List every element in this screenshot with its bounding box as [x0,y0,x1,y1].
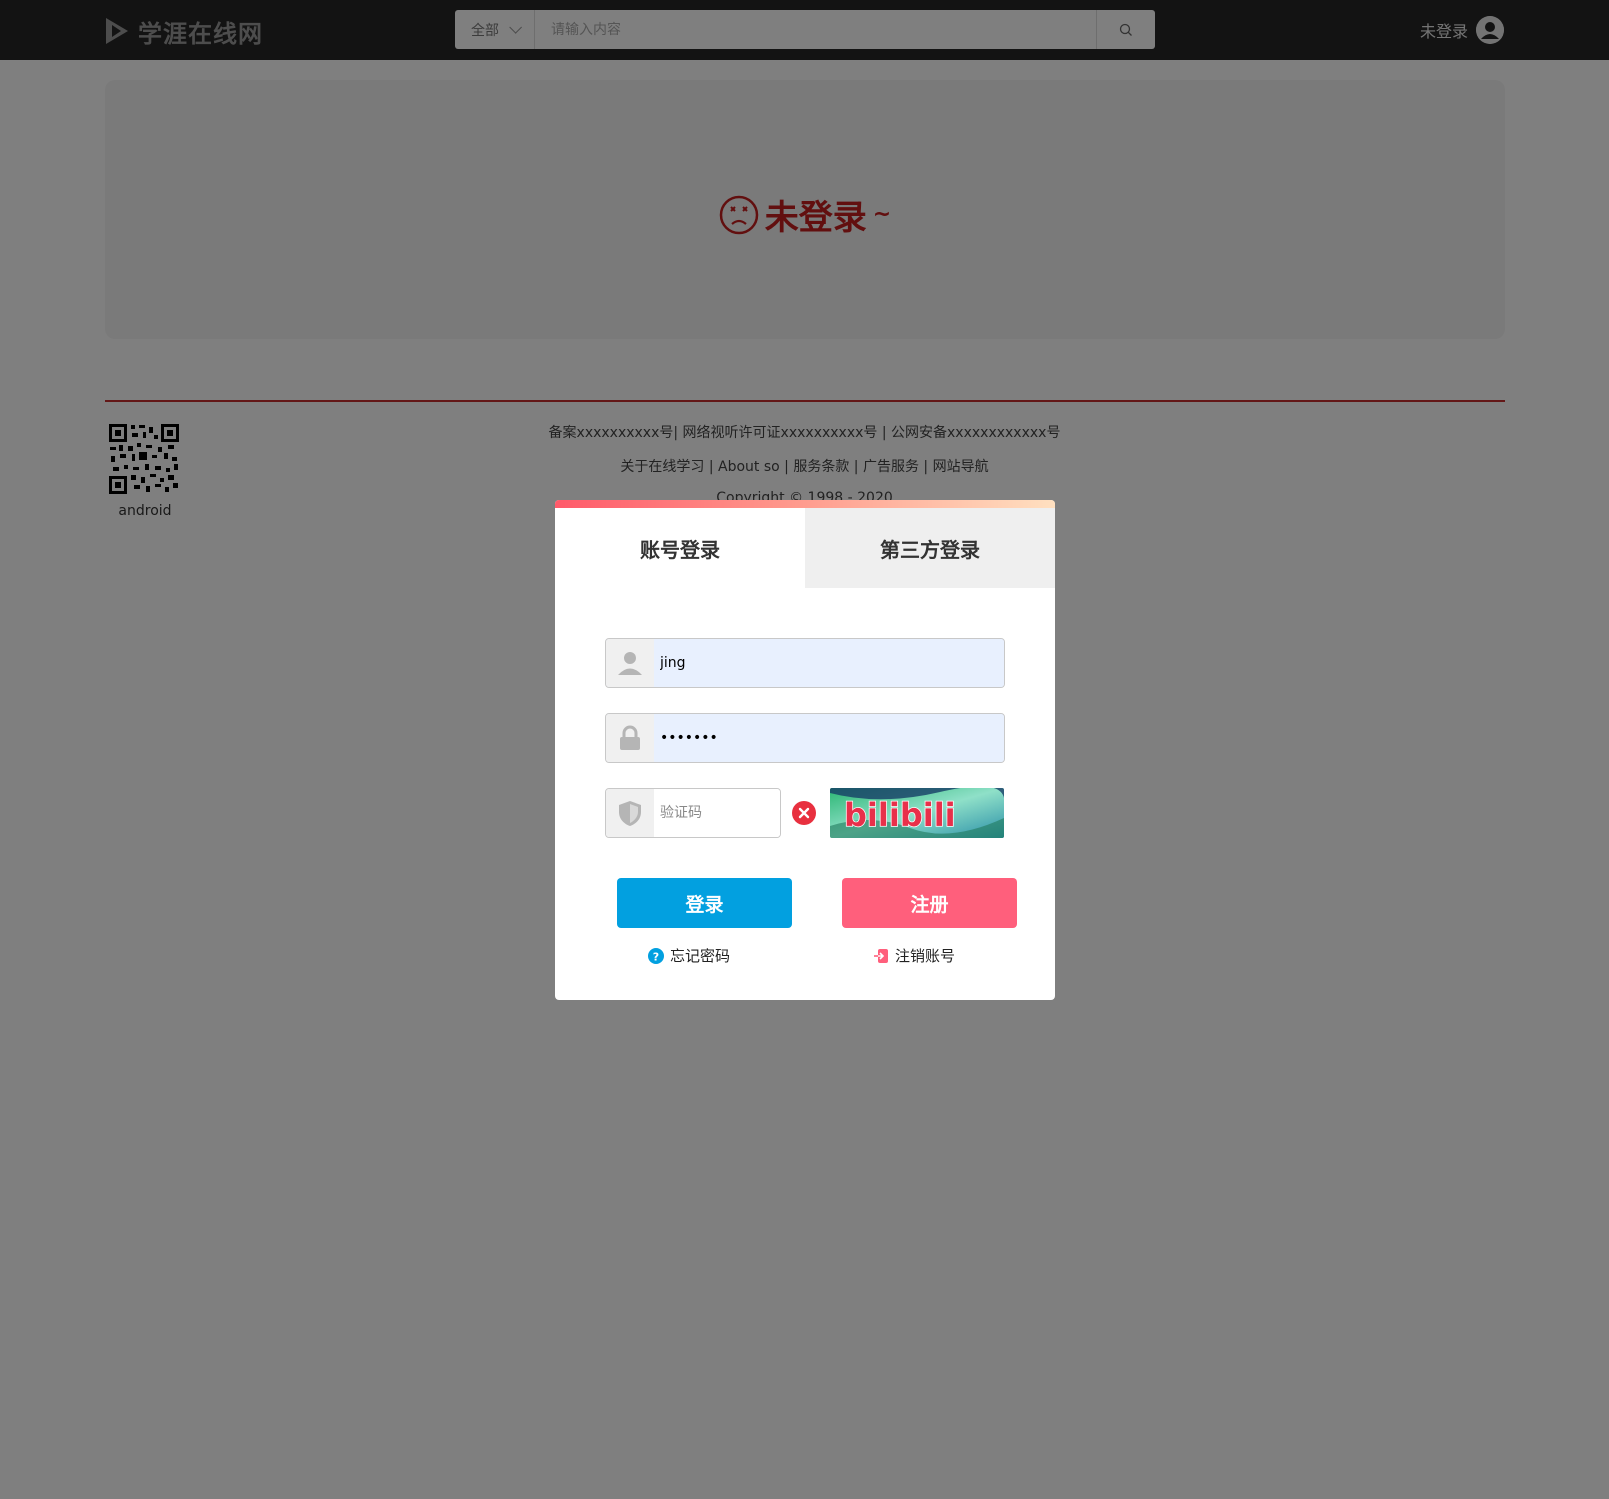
lock-icon [606,714,654,762]
password-input[interactable] [654,714,1004,762]
password-field [605,713,1005,763]
tab-third-party-login[interactable]: 第三方登录 [805,508,1055,588]
logout-icon [874,948,888,963]
error-close-icon [792,801,816,825]
shield-icon [606,789,654,837]
username-input[interactable] [654,639,1004,687]
register-button[interactable]: 注册 [842,878,1017,928]
login-button[interactable]: 登录 [617,878,792,928]
modal-gradient-bar [555,500,1055,508]
forgot-password-label: 忘记密码 [670,947,731,965]
svg-text:?: ? [653,950,659,963]
captcha-text: bilibili [844,796,956,834]
username-field [605,638,1005,688]
user-icon [606,639,654,687]
cancel-account-link[interactable]: 注销账号 [873,945,955,966]
forgot-password-link[interactable]: ? 忘记密码 [648,945,730,966]
captcha-image[interactable]: bilibili [830,788,1004,838]
tab-account-login[interactable]: 账号登录 [555,508,805,588]
captcha-field [605,788,781,838]
login-modal: 账号登录 第三方登录 jing ••••••• 验证码 bilibili 登录 … [555,500,1055,1000]
captcha-input[interactable] [654,789,780,837]
help-icon: ? [648,947,664,964]
cancel-account-label: 注销账号 [895,947,956,965]
